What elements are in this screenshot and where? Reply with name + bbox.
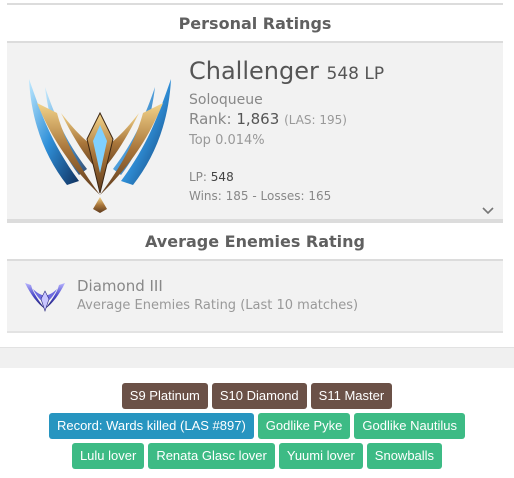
personal-ratings-title: Personal Ratings [178, 13, 332, 33]
rank-value: 1,863 [236, 110, 280, 128]
tier-lp: 548 LP [326, 64, 385, 84]
average-tier: Diamond III [77, 277, 163, 295]
season-tag[interactable]: S9 Platinum [121, 383, 208, 409]
tier-name: Challenger [189, 57, 319, 85]
win-loss-record: Wins: 185 - Losses: 165 [189, 189, 332, 203]
tags-area: S9 Platinum S10 Diamond S11 Master Recor… [0, 383, 514, 473]
chevron-down-icon[interactable] [481, 205, 495, 217]
rank-region: (LAS: 195) [284, 113, 347, 127]
record-tag[interactable]: Record: Wards killed (LAS #897) [48, 413, 254, 439]
champion-tag[interactable]: Godlike Pyke [257, 413, 351, 439]
diamond-emblem-icon [25, 283, 65, 312]
playstyle-tag[interactable]: Snowballs [366, 443, 443, 469]
tag-row: S9 Platinum S10 Diamond S11 Master [0, 383, 514, 409]
top-percent: Top 0.014% [189, 133, 265, 148]
rank-line: Rank: 1,863 (LAS: 195) [189, 110, 347, 128]
average-enemies-header: Average Enemies Rating [7, 221, 503, 261]
queue-type: Soloqueue [189, 92, 263, 108]
average-enemies-panel: Diamond III Average Enemies Rating (Last… [7, 261, 503, 333]
lp-value: 548 [210, 170, 234, 184]
lp-label: LP: [189, 170, 207, 184]
lp-line: LP: 548 [189, 170, 234, 184]
average-description: Average Enemies Rating (Last 10 matches) [77, 298, 359, 313]
tag-row: Lulu lover Renata Glasc lover Yuumi love… [0, 443, 514, 469]
personal-ratings-panel: Challenger 548 LP Soloqueue Rank: 1,863 … [7, 43, 503, 221]
season-tag[interactable]: S11 Master [310, 383, 393, 409]
champion-tag[interactable]: Yuumi lover [278, 443, 363, 469]
champion-tag[interactable]: Lulu lover [71, 443, 145, 469]
season-tag[interactable]: S10 Diamond [211, 383, 307, 409]
rank-label: Rank: [189, 110, 232, 128]
personal-ratings-header: Personal Ratings [7, 3, 503, 43]
challenger-emblem-icon [29, 79, 171, 213]
section-divider [0, 347, 514, 368]
average-enemies-title: Average Enemies Rating [144, 231, 366, 251]
current-tier: Challenger 548 LP [189, 57, 384, 85]
champion-tag[interactable]: Renata Glasc lover [148, 443, 275, 469]
tag-row: Record: Wards killed (LAS #897) Godlike … [0, 413, 514, 439]
champion-tag[interactable]: Godlike Nautilus [354, 413, 466, 439]
